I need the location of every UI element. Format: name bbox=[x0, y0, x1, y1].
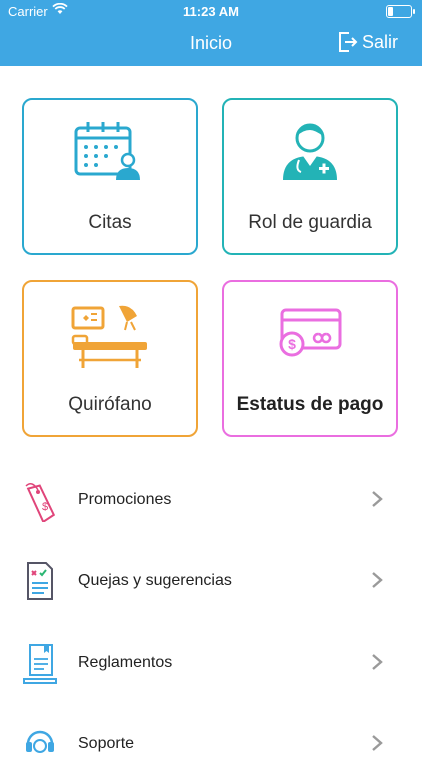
payment-card-icon: $ bbox=[279, 308, 342, 357]
operating-room-icon bbox=[71, 305, 147, 368]
reglamentos-label: Reglamentos bbox=[78, 654, 173, 671]
menu-item-promociones[interactable]: $ Promociones bbox=[0, 470, 422, 532]
status-bar: Carrier 11:23 AM bbox=[0, 0, 422, 22]
rol-guardia-card[interactable]: Rol de guardia bbox=[222, 98, 398, 255]
promociones-label: Promociones bbox=[78, 491, 172, 508]
quirofano-label: Quirófano bbox=[68, 394, 152, 415]
estatus-pago-label: Estatus de pago bbox=[236, 394, 384, 415]
price-tag-icon: $ bbox=[25, 483, 56, 522]
chevron-right-icon bbox=[372, 572, 383, 588]
doctor-icon bbox=[283, 123, 337, 180]
checklist-document-icon bbox=[27, 562, 53, 600]
clock: 11:23 AM bbox=[183, 4, 239, 19]
calendar-doctor-icon bbox=[74, 122, 140, 180]
chevron-right-icon bbox=[372, 735, 383, 751]
svg-text:$: $ bbox=[42, 501, 48, 513]
soporte-label: Soporte bbox=[78, 735, 135, 752]
menu-item-quejas[interactable]: Quejas y sugerencias bbox=[0, 551, 422, 613]
rules-book-icon bbox=[23, 644, 57, 684]
svg-text:$: $ bbox=[288, 336, 296, 352]
battery-icon bbox=[386, 5, 415, 18]
menu-item-soporte[interactable]: Soporte bbox=[0, 714, 422, 776]
quirofano-card[interactable]: Quirófano bbox=[22, 280, 198, 437]
logout-label: Salir bbox=[361, 31, 398, 52]
logout-button[interactable]: Salir bbox=[338, 31, 398, 53]
support-headset-icon bbox=[26, 730, 54, 753]
chevron-right-icon bbox=[372, 654, 383, 670]
rol-guardia-label: Rol de guardia bbox=[248, 212, 372, 233]
citas-label: Citas bbox=[88, 212, 132, 233]
quejas-label: Quejas y sugerencias bbox=[78, 572, 232, 589]
top-bar: Carrier 11:23 AM Inicio Salir bbox=[0, 0, 422, 66]
citas-card[interactable]: Citas bbox=[22, 98, 198, 255]
chevron-right-icon bbox=[372, 491, 383, 507]
menu-item-reglamentos[interactable]: Reglamentos bbox=[0, 633, 422, 695]
estatus-pago-card[interactable]: $ Estatus de pago bbox=[222, 280, 398, 437]
logout-icon bbox=[338, 32, 358, 52]
